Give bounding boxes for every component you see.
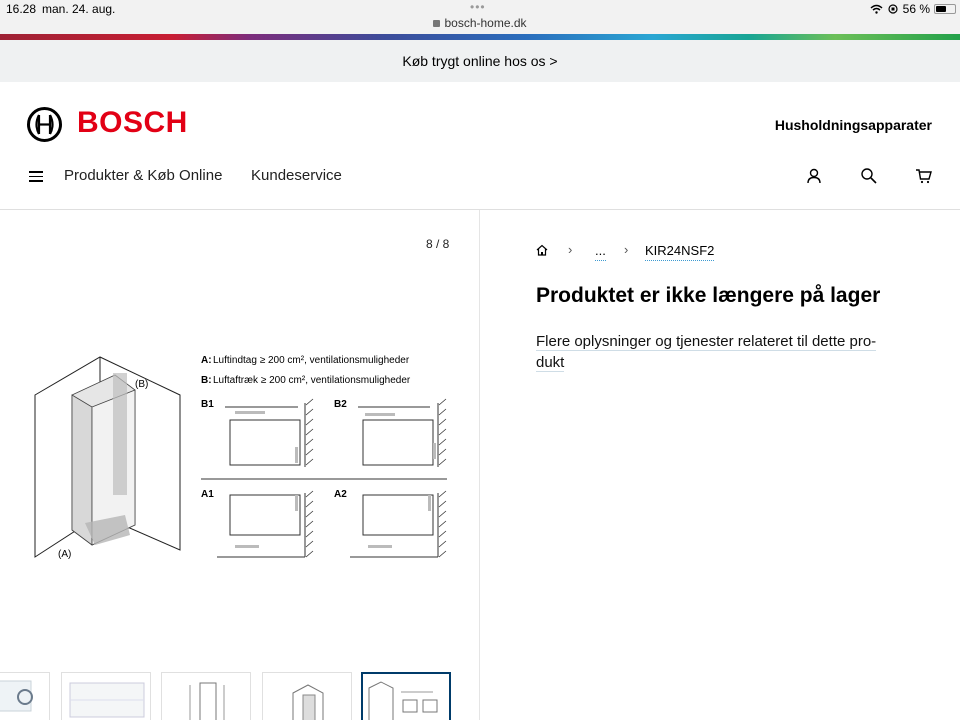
date: man. 24. aug. <box>42 2 116 16</box>
home-icon[interactable] <box>535 243 549 257</box>
thumbnail[interactable] <box>262 672 352 720</box>
label-a: (A) <box>58 549 71 560</box>
status-icons: 56 % <box>870 2 930 16</box>
search-icon[interactable] <box>859 166 879 186</box>
thumbnail[interactable] <box>0 672 50 720</box>
category-link[interactable]: Husholdningsapparater <box>775 117 932 133</box>
more-info-line-2[interactable]: dukt <box>536 354 565 372</box>
chevron-right-icon: › <box>568 242 573 257</box>
label-a1: A1 <box>201 489 214 500</box>
more-info-link[interactable]: Flere oplysninger og tjenester relateret… <box>536 331 886 373</box>
header-divider <box>0 209 960 210</box>
breadcrumb-current[interactable]: KIR24NSF2 <box>645 243 715 261</box>
lock-icon <box>433 20 441 27</box>
label-b: (B) <box>135 379 148 390</box>
bosch-logo-icon[interactable] <box>27 107 62 142</box>
legend-b-prefix: B: <box>201 375 212 386</box>
product-status-title: Produktet er ikke længere på lager <box>536 284 881 307</box>
clock: 16.28 <box>6 2 37 16</box>
status-bar: 16.28 man. 24. aug. ••• bosch-home.dk 56… <box>0 0 960 34</box>
legend-a: Luftindtag ≥ 200 cm², ventilationsmuligh… <box>213 355 410 366</box>
thumbnail-active[interactable] <box>361 672 451 720</box>
wifi-icon <box>870 4 883 14</box>
thumbnail[interactable] <box>61 672 151 720</box>
nav-products[interactable]: Produkter & Køb Online <box>64 167 222 184</box>
battery-percent: 56 % <box>902 2 930 16</box>
legend-b: Luftaftræk ≥ 200 cm², ventilationsmuligh… <box>213 375 411 386</box>
menu-icon[interactable] <box>29 171 43 182</box>
orientation-lock-icon <box>888 4 898 14</box>
user-icon[interactable] <box>804 166 824 186</box>
chevron-right-icon: › <box>624 242 629 257</box>
nav-service[interactable]: Kundeservice <box>251 167 342 184</box>
tab-dots[interactable]: ••• <box>470 0 486 14</box>
promo-banner[interactable]: Køb trygt online hos os > <box>0 40 960 82</box>
label-b2: B2 <box>334 399 347 410</box>
breadcrumb-ellipsis[interactable]: ... <box>595 243 606 261</box>
promo-text[interactable]: Køb trygt online hos os > <box>402 53 557 69</box>
main-nav: Produkter & Køb Online Kundeservice <box>0 160 960 192</box>
label-b1: B1 <box>201 399 214 410</box>
battery-icon <box>934 4 956 14</box>
thumbnail[interactable] <box>161 672 251 720</box>
url-text: bosch-home.dk <box>444 16 527 30</box>
cart-icon[interactable] <box>914 166 934 186</box>
gallery-counter: 8 / 8 <box>426 237 450 251</box>
address-bar[interactable]: bosch-home.dk <box>0 16 960 30</box>
installation-diagram[interactable]: (B) (A) A: Luftindtag ≥ 200 cm², ventila… <box>25 345 455 570</box>
more-info-line-1[interactable]: Flere oplysninger og tjenester relateret… <box>536 333 877 351</box>
thumbnail-strip <box>0 672 479 720</box>
label-a2: A2 <box>334 489 347 500</box>
legend-a-prefix: A: <box>201 355 212 366</box>
column-divider <box>479 210 480 720</box>
bosch-logo-text[interactable]: BOSCH <box>77 106 188 140</box>
